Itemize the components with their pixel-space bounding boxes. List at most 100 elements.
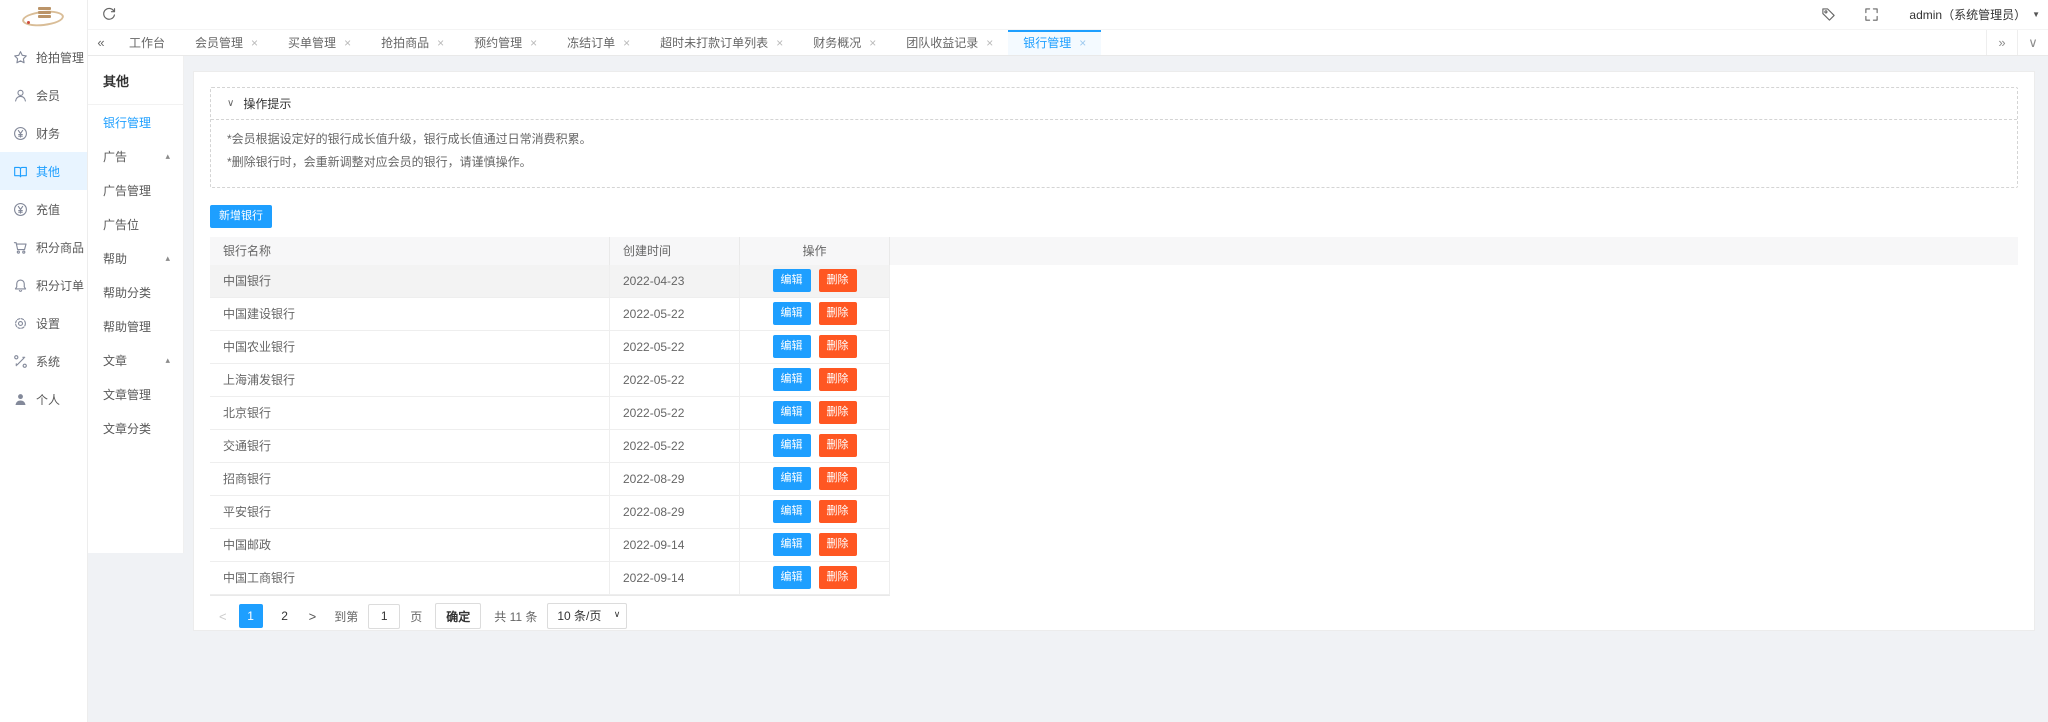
page-number-2[interactable]: 2: [273, 604, 297, 628]
page-next-icon[interactable]: >: [307, 609, 319, 624]
page-number-1[interactable]: 1: [239, 604, 263, 628]
sidebar-item-xitong[interactable]: 系统: [0, 342, 87, 380]
tab-item[interactable]: 财务概况 ×: [798, 30, 891, 55]
sidebar-item-jifen-dingdan[interactable]: 积分订单: [0, 266, 87, 304]
tab-item[interactable]: 买单管理×: [273, 30, 366, 55]
submenu-item-guanggao[interactable]: 广告▴: [88, 139, 183, 173]
submenu-item-guanggao-guanli[interactable]: 广告管理: [88, 173, 183, 207]
tab-label: 冻结订单: [567, 34, 615, 51]
tab-close-icon[interactable]: ×: [623, 37, 630, 49]
tab-label: 财务概况: [813, 34, 861, 51]
delete-button[interactable]: 删除: [819, 467, 857, 490]
cell-actions: 编辑删除: [740, 463, 890, 495]
cell-bank-name: 中国银行: [210, 265, 610, 297]
submenu-item-wenzhang[interactable]: 文章▴: [88, 343, 183, 377]
edit-button[interactable]: 编辑: [773, 533, 811, 556]
tab-close-icon[interactable]: ×: [344, 37, 351, 49]
edit-button[interactable]: 编辑: [773, 335, 811, 358]
delete-button[interactable]: 删除: [819, 302, 857, 325]
cell-create-time: 2022-08-29: [610, 463, 740, 495]
refresh-icon[interactable]: [101, 7, 117, 23]
edit-button[interactable]: 编辑: [773, 500, 811, 523]
tab-close-icon[interactable]: ×: [437, 37, 444, 49]
sidebar-item-huiyuan[interactable]: 会员: [0, 76, 87, 114]
tab-close-icon[interactable]: ×: [530, 37, 537, 49]
col-header-bank-name: 银行名称: [210, 237, 610, 265]
page-size-select[interactable]: 10 条/页: [547, 603, 627, 629]
tabs-scroll-right-icon[interactable]: »: [1986, 30, 2017, 55]
submenu-item-bangzhu-fenlei[interactable]: 帮助分类: [88, 275, 183, 309]
sidebar-item-qiangpai[interactable]: 抢拍管理: [0, 38, 87, 76]
submenu-item-yinhang-guanli[interactable]: 银行管理: [88, 105, 183, 139]
delete-button[interactable]: 删除: [819, 533, 857, 556]
edit-button[interactable]: 编辑: [773, 302, 811, 325]
main-sidebar: 抢拍管理会员财务其他充值积分商品积分订单设置系统个人: [0, 0, 88, 722]
goto-confirm-button[interactable]: 确定: [435, 603, 481, 629]
table-row: 平安银行2022-08-29编辑删除: [210, 496, 890, 529]
edit-button[interactable]: 编辑: [773, 269, 811, 292]
delete-button[interactable]: 删除: [819, 368, 857, 391]
caret-down-icon[interactable]: ▼: [2032, 10, 2040, 19]
edit-button[interactable]: 编辑: [773, 566, 811, 589]
delete-button[interactable]: 删除: [819, 566, 857, 589]
goto-page-input[interactable]: [368, 604, 400, 629]
edit-button[interactable]: 编辑: [773, 368, 811, 391]
tab-close-icon[interactable]: ×: [869, 37, 876, 49]
tabs-scroll-left-icon[interactable]: «: [88, 30, 114, 55]
tab-label: 预约管理: [474, 34, 522, 51]
content-card: ∨ 操作提示 *会员根据设定好的银行成长值升级，银行成长值通过日常消费积累。*删…: [193, 71, 2035, 631]
tab-item[interactable]: 团队收益记录×: [891, 30, 1008, 55]
submenu-item-bangzhu[interactable]: 帮助▴: [88, 241, 183, 275]
edit-button[interactable]: 编辑: [773, 467, 811, 490]
tabs-more-icon[interactable]: ∨: [2017, 30, 2048, 55]
sidebar-item-jifen-shangpin[interactable]: 积分商品: [0, 228, 87, 266]
tab-item[interactable]: 银行管理×: [1008, 30, 1101, 55]
sidebar-item-geren[interactable]: 个人: [0, 380, 87, 418]
tab-item[interactable]: 预约管理 ×: [459, 30, 552, 55]
page-numbers: 12: [239, 604, 297, 628]
edit-button[interactable]: 编辑: [773, 401, 811, 424]
notice-panel: ∨ 操作提示 *会员根据设定好的银行成长值升级，银行成长值通过日常消费积累。*删…: [210, 87, 2018, 188]
page-prev-icon[interactable]: <: [217, 609, 229, 624]
tab-item[interactable]: 抢拍商品×: [366, 30, 459, 55]
sidebar-item-shezhi[interactable]: 设置: [0, 304, 87, 342]
cell-create-time: 2022-05-22: [610, 397, 740, 429]
submenu-item-guanggao-wei[interactable]: 广告位: [88, 207, 183, 241]
submenu-item-label: 广告位: [103, 216, 139, 233]
user-menu[interactable]: admin（系统管理员）: [1909, 6, 2026, 23]
notice-header[interactable]: ∨ 操作提示: [211, 88, 2017, 120]
add-bank-button[interactable]: 新增银行: [210, 205, 272, 228]
tabbar-right: » ∨: [1986, 30, 2048, 55]
submenu-item-bangzhu-guanli[interactable]: 帮助管理: [88, 309, 183, 343]
delete-button[interactable]: 删除: [819, 269, 857, 292]
tab-item[interactable]: 超时未打款订单列表×: [645, 30, 798, 55]
table-row: 中国工商银行2022-09-14编辑删除: [210, 562, 890, 595]
tab-close-icon[interactable]: ×: [776, 37, 783, 49]
delete-button[interactable]: 删除: [819, 401, 857, 424]
submenu-item-wenzhang-fenlei[interactable]: 文章分类: [88, 411, 183, 445]
sidebar-item-caiwu[interactable]: 财务: [0, 114, 87, 152]
edit-button[interactable]: 编辑: [773, 434, 811, 457]
sidebar-item-chongzhi[interactable]: 充值: [0, 190, 87, 228]
delete-button[interactable]: 删除: [819, 500, 857, 523]
tab-item[interactable]: 冻结订单 ×: [552, 30, 645, 55]
submenu-item-label: 广告管理: [103, 182, 151, 199]
cell-actions: 编辑删除: [740, 397, 890, 429]
tab-close-icon[interactable]: ×: [1079, 37, 1086, 49]
sidebar-item-qita[interactable]: 其他: [0, 152, 87, 190]
delete-button[interactable]: 删除: [819, 434, 857, 457]
fullscreen-icon[interactable]: [1864, 7, 1879, 22]
collapse-arrow-icon: ▴: [165, 151, 170, 162]
sidebar-item-label: 充值: [36, 201, 60, 218]
tab-item[interactable]: 工作台: [114, 30, 180, 55]
tab-close-icon[interactable]: ×: [251, 37, 258, 49]
sidebar-item-label: 会员: [36, 87, 60, 104]
sidebar-item-label: 积分商品: [36, 239, 84, 256]
app-logo[interactable]: [0, 0, 87, 38]
tab-close-icon[interactable]: ×: [986, 37, 993, 49]
tab-item[interactable]: 会员管理×: [180, 30, 273, 55]
table-row: 上海浦发银行2022-05-22编辑删除: [210, 364, 890, 397]
tag-icon[interactable]: [1821, 7, 1836, 22]
delete-button[interactable]: 删除: [819, 335, 857, 358]
submenu-item-wenzhang-guanli[interactable]: 文章管理: [88, 377, 183, 411]
